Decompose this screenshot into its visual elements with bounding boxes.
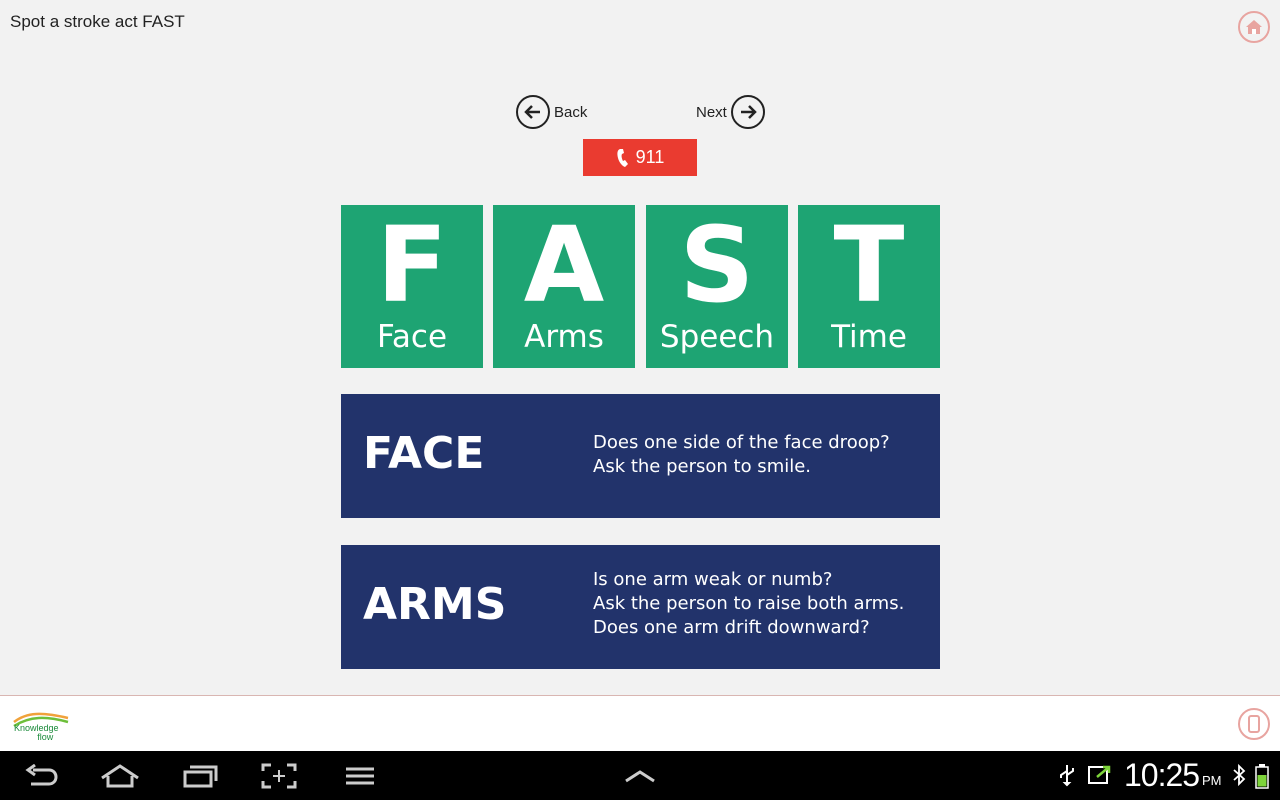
nav-back-button[interactable] — [19, 761, 63, 791]
bluetooth-icon — [1233, 763, 1246, 787]
nav-back-icon — [25, 764, 58, 786]
next-button[interactable]: Next — [696, 95, 765, 129]
battery-icon — [1255, 764, 1269, 789]
phone-icon — [617, 148, 628, 167]
recent-apps-button[interactable] — [178, 761, 222, 791]
card-line: Ask the person to smile. — [593, 456, 812, 477]
tile-letter: T — [833, 204, 905, 326]
back-arrow-icon — [516, 95, 550, 129]
card-description: Is one arm weak or numb? Ask the person … — [593, 568, 904, 640]
card-heading: ARMS — [363, 579, 507, 630]
screenshot-icon — [261, 763, 297, 789]
logo-text: Knowledge flow — [14, 723, 59, 742]
footer: Knowledge flow — [0, 695, 1280, 751]
card-heading: FACE — [363, 428, 485, 479]
tile-time[interactable]: T Time — [798, 205, 940, 368]
status-clock: 10:25 — [1124, 757, 1200, 793]
tile-word: Time — [831, 319, 907, 355]
card-line: Ask the person to raise both arms. — [593, 593, 905, 614]
recent-apps-icon — [183, 765, 218, 788]
status-ampm: PM — [1202, 773, 1222, 788]
card-line: Is one arm weak or numb? — [593, 569, 833, 590]
chevron-up-icon — [625, 770, 655, 783]
tile-letter: F — [376, 204, 448, 326]
tile-face[interactable]: F Face — [341, 205, 483, 368]
nav-home-icon — [101, 764, 139, 788]
menu-icon — [346, 767, 374, 785]
card-description: Does one side of the face droop? Ask the… — [593, 431, 890, 479]
call-911-button[interactable]: 911 — [583, 139, 697, 176]
device-icon — [1248, 715, 1260, 733]
screenshot-button[interactable] — [257, 761, 301, 791]
card-line: Does one arm drift downward? — [593, 617, 870, 638]
back-label: Back — [554, 103, 588, 121]
system-navigation-bar: 10:25 PM — [0, 751, 1280, 800]
notification-expand-button[interactable] — [618, 761, 662, 791]
tile-arms[interactable]: A Arms — [493, 205, 635, 368]
home-button[interactable] — [1238, 11, 1270, 43]
card-face: FACE Does one side of the face droop? As… — [341, 394, 940, 518]
next-label: Next — [696, 103, 727, 121]
call-label: 911 — [635, 147, 665, 167]
back-button[interactable]: Back — [516, 95, 587, 129]
tile-letter: A — [523, 204, 605, 326]
app-title: Spot a stroke act FAST — [10, 12, 185, 31]
card-line: Does one side of the face droop? — [593, 432, 890, 453]
tile-word: Speech — [659, 319, 775, 355]
usb-icon — [1060, 765, 1074, 787]
nav-home-button[interactable] — [98, 761, 142, 791]
device-button[interactable] — [1238, 708, 1270, 740]
tile-letter: S — [679, 204, 755, 326]
tile-word: Arms — [524, 319, 604, 355]
card-arms: ARMS Is one arm weak or numb? Ask the pe… — [341, 545, 940, 669]
tile-word: Face — [376, 319, 448, 355]
next-arrow-icon — [730, 95, 765, 129]
tile-speech[interactable]: S Speech — [646, 205, 788, 368]
menu-button[interactable] — [338, 761, 382, 791]
home-icon — [1246, 20, 1262, 34]
sync-icon — [1088, 765, 1111, 784]
